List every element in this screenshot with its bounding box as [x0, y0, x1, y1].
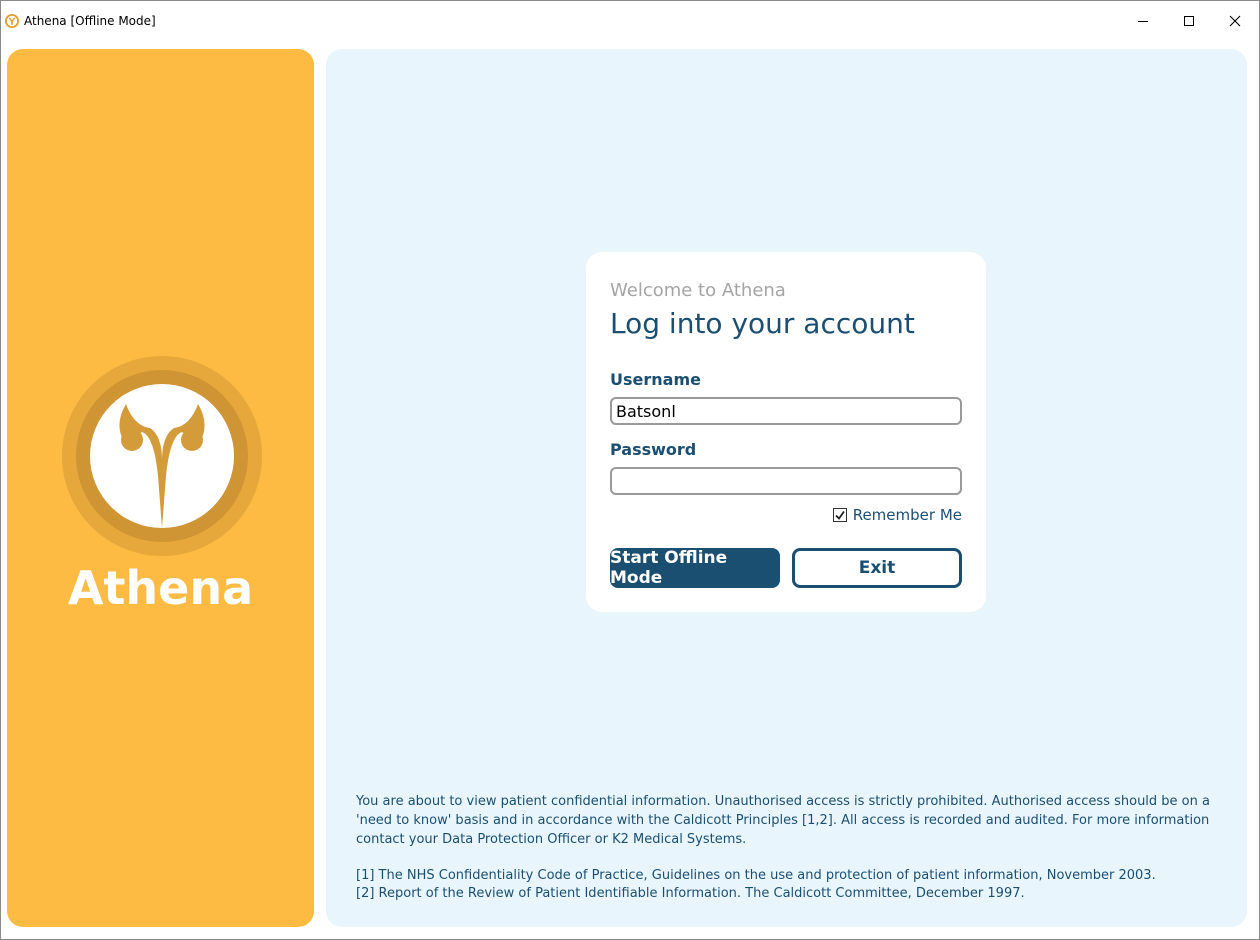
main-panel: Welcome to Athena Log into your account …	[326, 49, 1247, 927]
login-card: Welcome to Athena Log into your account …	[586, 252, 986, 612]
username-label: Username	[610, 370, 701, 389]
brand-sidebar: Athena	[7, 49, 314, 927]
exit-button[interactable]: Exit	[792, 548, 962, 588]
app-window: Athena [Offline Mode] Athena Welcome to …	[0, 0, 1260, 940]
reference-item: [1] The NHS Confidentiality Code of Prac…	[356, 868, 1156, 883]
reference-item: [2] Report of the Review of Patient Iden…	[356, 886, 1025, 901]
username-input[interactable]	[610, 397, 962, 425]
close-icon	[1229, 15, 1241, 27]
maximize-icon	[1184, 16, 1194, 26]
close-button[interactable]	[1212, 1, 1258, 41]
brand-name: Athena	[67, 561, 254, 615]
start-offline-mode-button[interactable]: Start Offline Mode	[610, 548, 780, 588]
confidentiality-disclaimer: You are about to view patient confidenti…	[356, 794, 1210, 847]
title-bar[interactable]: Athena [Offline Mode]	[1, 1, 1259, 41]
login-heading: Log into your account	[610, 307, 915, 340]
welcome-text: Welcome to Athena	[610, 280, 786, 301]
references: [1] The NHS Confidentiality Code of Prac…	[356, 867, 1226, 903]
maximize-button[interactable]	[1166, 1, 1212, 41]
athena-app-icon	[5, 14, 19, 28]
remember-me-checkbox[interactable]: Remember Me	[832, 506, 962, 524]
checkbox-box[interactable]	[832, 508, 847, 522]
window-title: Athena [Offline Mode]	[24, 14, 156, 28]
password-input[interactable]	[610, 467, 962, 495]
minimize-icon	[1138, 21, 1148, 22]
password-label: Password	[610, 440, 697, 459]
minimize-button[interactable]	[1120, 1, 1166, 41]
athena-owl-logo-icon	[62, 356, 262, 556]
remember-me-label: Remember Me	[852, 506, 962, 524]
checkmark-icon	[835, 510, 845, 520]
